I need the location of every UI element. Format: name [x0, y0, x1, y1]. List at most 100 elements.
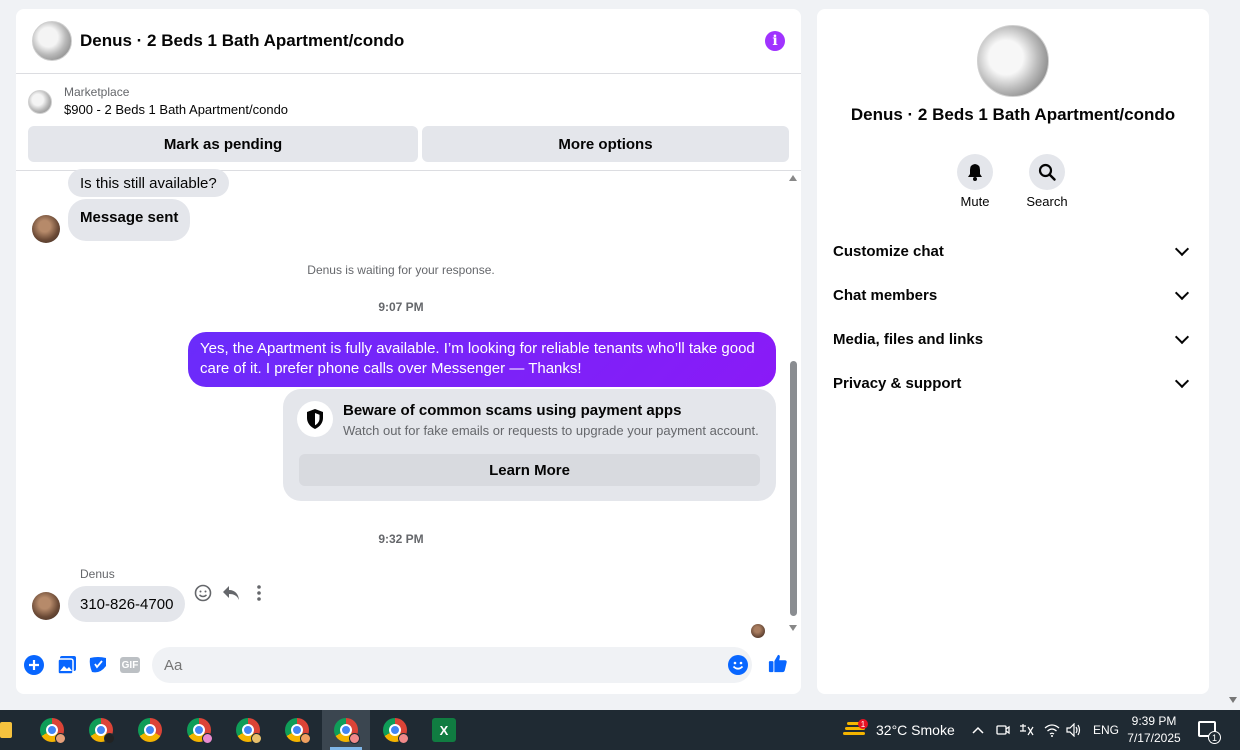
page-scroll-down-arrow[interactable]: [1229, 697, 1237, 703]
weather-text[interactable]: 32°C Smoke: [876, 710, 955, 750]
scam-title: Beware of common scams using payment app…: [343, 402, 682, 419]
profile-badge: [300, 733, 311, 744]
section-privacy-support[interactable]: Privacy & support: [833, 361, 1193, 405]
profile-badge: [202, 733, 213, 744]
weather-icon[interactable]: [843, 710, 867, 750]
message-thread: Is this still available? Message sent De…: [16, 169, 801, 638]
incoming-message[interactable]: Is this still available?: [68, 169, 229, 197]
contact-avatar[interactable]: [32, 21, 72, 61]
section-label: Media, files and links: [833, 330, 984, 348]
chrome-app[interactable]: [273, 710, 321, 750]
chrome-app[interactable]: [224, 710, 272, 750]
incoming-message[interactable]: 310-826-4700: [68, 586, 186, 622]
section-customize-chat[interactable]: Customize chat: [833, 229, 1193, 273]
scroll-down-arrow[interactable]: [789, 625, 797, 631]
clock[interactable]: 9:39 PM 7/17/2025: [1124, 713, 1184, 747]
waiting-note: Denus is waiting for your response.: [307, 263, 495, 277]
learn-more-button[interactable]: Learn More: [299, 454, 760, 486]
search-button[interactable]: Search: [1017, 154, 1077, 209]
language-indicator[interactable]: ENG: [1093, 710, 1119, 750]
composer: GIF: [16, 645, 801, 685]
chevron-down-icon: [1174, 373, 1190, 389]
profile-badge: [104, 733, 115, 744]
chrome-icon: [138, 718, 162, 742]
section-media-files-links[interactable]: Media, files and links: [833, 317, 1193, 361]
chrome-app[interactable]: [371, 710, 419, 750]
bell-icon[interactable]: [957, 154, 993, 190]
thumbs-up-icon[interactable]: [768, 653, 788, 673]
excel-icon: X: [432, 718, 456, 742]
wifi-icon[interactable]: [1044, 710, 1060, 750]
clock-date: 7/17/2025: [1127, 731, 1181, 745]
sender-name: Denus: [80, 567, 115, 581]
listing-thumbnail[interactable]: [28, 90, 52, 114]
mute-label: Mute: [960, 194, 990, 209]
listing-title[interactable]: $900 - 2 Beds 1 Bath Apartment/condo: [64, 100, 288, 120]
plus-icon[interactable]: [24, 655, 44, 675]
chat-panel: Denus · 2 Beds 1 Bath Apartment/condo i …: [16, 9, 801, 694]
search-label: Search: [1026, 194, 1068, 209]
weather-alert-badge: 1: [858, 719, 868, 729]
scroll-thumb[interactable]: [790, 361, 797, 616]
contact-avatar-small[interactable]: [32, 215, 60, 243]
notification-count: 1: [1208, 731, 1221, 744]
more-icon[interactable]: [250, 583, 268, 603]
meet-icon[interactable]: [996, 710, 1010, 750]
section-label: Customize chat: [833, 242, 944, 260]
chat-title[interactable]: Denus · 2 Beds 1 Bath Apartment/condo: [80, 31, 404, 51]
marketplace-banner: Marketplace $900 - 2 Beds 1 Bath Apartme…: [16, 74, 801, 171]
section-chat-members[interactable]: Chat members: [833, 273, 1193, 317]
chrome-app[interactable]: [175, 710, 223, 750]
mute-button[interactable]: Mute: [945, 154, 1005, 209]
chevron-down-icon: [1174, 285, 1190, 301]
chevron-up-icon[interactable]: [972, 710, 984, 750]
chevron-down-icon: [1174, 329, 1190, 345]
info-avatar[interactable]: [977, 25, 1049, 97]
incoming-message[interactable]: Message sent: [68, 199, 191, 241]
reply-icon[interactable]: [222, 583, 240, 603]
chrome-app[interactable]: [126, 710, 174, 750]
profile-badge: [55, 733, 66, 744]
ime-icon[interactable]: [1018, 710, 1034, 750]
mark-pending-button[interactable]: Mark as pending: [28, 126, 418, 162]
section-label: Chat members: [833, 286, 938, 304]
timestamp: 9:07 PM: [378, 300, 424, 314]
profile-badge: [251, 733, 262, 744]
read-receipt-avatar: [751, 624, 765, 638]
outgoing-message[interactable]: Yes, the Apartment is fully available. I…: [188, 332, 776, 387]
info-panel: Denus · 2 Beds 1 Bath Apartment/condo Mu…: [817, 9, 1209, 694]
gif-label: GIF: [120, 657, 140, 673]
clock-time: 9:39 PM: [1131, 714, 1177, 728]
smile-icon[interactable]: [728, 655, 748, 675]
image-icon[interactable]: [57, 655, 77, 675]
info-icon[interactable]: i: [765, 31, 785, 51]
profile-badge: [349, 733, 360, 744]
search-icon[interactable]: [1029, 154, 1065, 190]
shield-icon: [297, 401, 333, 437]
timestamp: 9:32 PM: [378, 532, 424, 546]
scam-warning-card: Beware of common scams using payment app…: [283, 389, 776, 501]
gif-icon[interactable]: GIF: [120, 655, 140, 675]
scam-description: Watch out for fake emails or requests to…: [343, 423, 759, 438]
chevron-down-icon: [1174, 241, 1190, 257]
contact-avatar-small[interactable]: [32, 592, 60, 620]
message-actions: [194, 583, 268, 603]
chrome-app[interactable]: [77, 710, 125, 750]
profile-badge: [398, 733, 409, 744]
volume-icon[interactable]: [1066, 710, 1082, 750]
excel-app[interactable]: X: [420, 710, 468, 750]
message-input[interactable]: [152, 647, 752, 683]
info-title: Denus · 2 Beds 1 Bath Apartment/condo: [850, 105, 1176, 124]
section-label: Privacy & support: [833, 374, 962, 392]
chrome-app[interactable]: [28, 710, 76, 750]
file-explorer-icon[interactable]: [0, 722, 12, 738]
more-options-button[interactable]: More options: [422, 126, 789, 162]
emoji-icon[interactable]: [194, 583, 212, 603]
thread-scrollbar[interactable]: [785, 171, 801, 635]
chrome-app-active[interactable]: [322, 710, 370, 750]
chat-header: Denus · 2 Beds 1 Bath Apartment/condo i: [16, 9, 801, 74]
sticker-icon[interactable]: [88, 655, 108, 675]
scroll-up-arrow[interactable]: [789, 175, 797, 181]
taskbar: X 1 32°C Smoke ENG 9:39 PM 7/17/2025 1: [0, 710, 1240, 750]
marketplace-label: Marketplace: [64, 85, 130, 99]
